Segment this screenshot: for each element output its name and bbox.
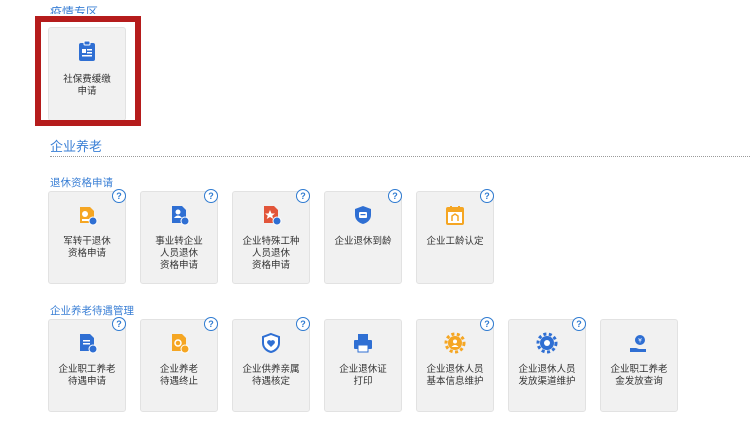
highlight-box	[35, 16, 141, 126]
help-icon[interactable]: ?	[112, 317, 126, 331]
doc-stop-icon	[172, 334, 190, 354]
tile-payment-channel-maintenance[interactable]: ? 企业退休人员 发放渠道维护	[508, 317, 586, 412]
help-icon[interactable]: ?	[204, 189, 218, 203]
subsection-title-pension-treatment: 企业养老待遇管理	[50, 305, 134, 317]
gear-route-icon	[536, 332, 558, 354]
tile-label: 企业工龄认定	[426, 236, 484, 247]
star-doc-icon	[264, 206, 282, 226]
tile-retirement-certificate-print[interactable]: 企业退休证 打印	[324, 319, 402, 412]
doc-edit-icon	[80, 334, 98, 354]
help-icon[interactable]: ?	[480, 189, 494, 203]
tile-pension-application[interactable]: ? 企业职工养老 待遇申请	[48, 317, 126, 412]
tile-label: 企业退休人员 基本信息维护	[426, 364, 484, 387]
calendar-icon	[446, 206, 464, 225]
section-title-enterprise-pension: 企业养老	[50, 139, 103, 154]
tile-retiree-info-maintenance[interactable]: ? 企业退休人员 基本信息维护	[416, 317, 494, 412]
tile-institution-to-enterprise[interactable]: ? 事业转企业 人员退休 资格申请	[140, 189, 218, 284]
tile-military-retirement[interactable]: ? 军转干退休 资格申请	[48, 189, 126, 284]
help-icon[interactable]: ?	[296, 189, 310, 203]
tile-special-job-retirement[interactable]: ? 企业特殊工种 人员退休 资格申请	[232, 189, 310, 284]
tile-label: 企业特殊工种 人员退休 资格申请	[242, 236, 300, 271]
epidemic-section-title: 疫情专区	[50, 6, 99, 14]
help-icon[interactable]: ?	[204, 317, 218, 331]
gear-person-icon	[444, 332, 466, 354]
tile-pension-termination[interactable]: ? 企业养老 待遇终止	[140, 317, 218, 412]
tile-label: 企业退休到龄	[334, 236, 392, 247]
heart-shield-icon	[262, 332, 280, 354]
tile-label: 企业供养亲属 待遇核定	[242, 364, 300, 387]
help-icon[interactable]: ?	[480, 317, 494, 331]
tile-label: 企业职工养老 待遇申请	[58, 364, 116, 387]
tile-pension-payment-query[interactable]: ¥ 企业职工养老 金发放查询	[600, 319, 678, 412]
tile-label: 企业退休人员 发放渠道维护	[518, 364, 576, 387]
tile-label: 企业职工养老 金发放查询	[610, 364, 668, 387]
help-icon[interactable]: ?	[112, 189, 126, 203]
subsection-title-retirement-qualification: 退休资格申请	[50, 177, 113, 189]
tile-retirement-age[interactable]: ? 企业退休到龄	[324, 189, 402, 284]
person-doc-icon	[172, 206, 190, 226]
hand-coin-icon: ¥	[630, 335, 646, 352]
tile-label: 军转干退休 资格申请	[63, 236, 111, 259]
tile-dependent-relatives[interactable]: ? 企业供养亲属 待遇核定	[232, 317, 310, 412]
tile-label: 事业转企业 人员退休 资格申请	[155, 236, 203, 271]
svg-text:¥: ¥	[638, 338, 642, 345]
soldier-card-icon	[80, 207, 98, 226]
printer-icon	[354, 334, 372, 353]
help-icon[interactable]: ?	[296, 317, 310, 331]
help-icon[interactable]: ?	[388, 189, 402, 203]
tile-label: 企业养老 待遇终止	[159, 364, 198, 387]
help-icon[interactable]: ?	[572, 317, 586, 331]
section-divider	[50, 156, 750, 157]
tile-seniority-recognition[interactable]: ? 企业工龄认定	[416, 189, 494, 284]
shield-icon	[355, 206, 371, 224]
tile-label: 企业退休证 打印	[339, 364, 387, 387]
